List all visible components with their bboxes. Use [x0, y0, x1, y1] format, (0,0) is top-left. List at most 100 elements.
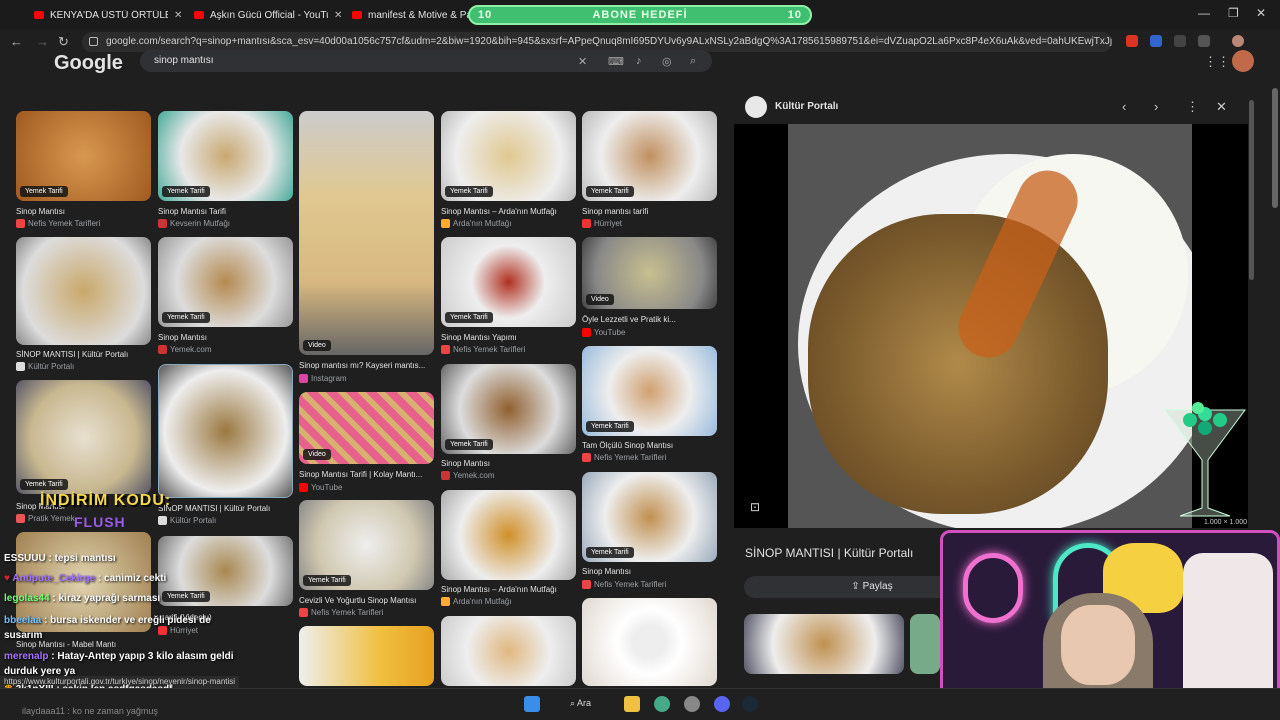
steam-icon[interactable] [742, 696, 758, 712]
lens-search-icon[interactable]: ⊡ [750, 500, 760, 514]
result-source[interactable]: Nefis Yemek Tarifleri [299, 608, 383, 617]
result-image[interactable]: Yemek Tarifi [16, 111, 151, 201]
close-icon[interactable]: ✕ [174, 10, 182, 21]
tab-1[interactable]: KENYA'DA ÜSTÜ ÖRTÜLEN KO... ✕ [28, 4, 188, 26]
result-image[interactable]: Yemek Tarifi [582, 111, 717, 201]
extension-icon[interactable] [1150, 35, 1162, 47]
result-image[interactable] [299, 626, 434, 686]
result-image[interactable]: Yemek Tarifi [441, 111, 576, 201]
chevron-right-icon[interactable]: › [1154, 99, 1158, 114]
result-source[interactable]: Kevserin Mutfağı [158, 219, 230, 228]
related-image[interactable] [744, 614, 904, 674]
back-icon[interactable]: ← [10, 34, 23, 49]
result-image[interactable]: Yemek Tarifi [158, 536, 293, 606]
obs-icon[interactable] [684, 696, 700, 712]
result-source[interactable]: YouTube [299, 483, 342, 492]
result-title[interactable]: Sinop Mantısı [441, 459, 576, 468]
search-icon[interactable]: ⌕ [690, 55, 696, 68]
extension-icon[interactable] [1174, 35, 1186, 47]
result-source[interactable]: Nefis Yemek Tarifleri [16, 219, 100, 228]
restore-icon[interactable]: ❐ [1228, 6, 1239, 20]
window-close-icon[interactable]: ✕ [1256, 6, 1266, 20]
close-icon[interactable]: ✕ [334, 10, 342, 21]
result-image[interactable] [582, 598, 717, 686]
result-source[interactable]: YouTube [582, 328, 625, 337]
result-title[interactable]: Öyle Lezzetli ve Pratik ki... [582, 315, 717, 324]
result-title[interactable]: Sinop mantısı tarifi [582, 207, 717, 216]
url-input[interactable]: google.com/search?q=sinop+mantısı&sca_es… [82, 32, 1112, 52]
forward-icon[interactable]: → [36, 34, 49, 49]
result-source[interactable]: Yemek.com [441, 471, 495, 480]
result-source[interactable]: Arda'nın Mutfağı [441, 597, 511, 606]
keyboard-icon[interactable]: ⌨ [608, 55, 624, 68]
result-image[interactable]: Yemek Tarifi [441, 364, 576, 454]
result-title[interactable]: Sinop Mantısı – Arda'nın Mutfağı [441, 207, 576, 216]
result-image[interactable]: Yemek Tarifi [441, 237, 576, 327]
related-image[interactable] [910, 614, 940, 674]
result-image[interactable]: Yemek Tarifi [158, 237, 293, 327]
lens-icon[interactable]: ◎ [662, 55, 672, 68]
result-title[interactable]: Sinop Mantısı Yapımı [441, 333, 576, 342]
reload-icon[interactable]: ↻ [58, 34, 69, 50]
result-title[interactable]: SİNOP MANTISI | Kültür Portalı [158, 504, 293, 513]
search-input[interactable]: sinop mantısı [140, 50, 712, 72]
result-image[interactable] [441, 616, 576, 686]
minimize-icon[interactable]: — [1198, 6, 1210, 20]
mic-icon[interactable]: ♪ [636, 55, 642, 67]
result-source[interactable]: Nefis Yemek Tarifleri [582, 453, 666, 462]
avatar[interactable] [1232, 50, 1254, 72]
google-logo[interactable]: Google [54, 52, 123, 75]
result-source[interactable]: Arda'nın Mutfağı [441, 219, 511, 228]
result-source[interactable]: Hürriyet [582, 219, 622, 228]
result-image[interactable] [16, 237, 151, 345]
more-options-icon[interactable]: ⋮ [1186, 99, 1199, 115]
result-image[interactable]: Yemek Tarifi [299, 500, 434, 590]
discord-icon[interactable] [714, 696, 730, 712]
puzzle-icon[interactable] [1198, 35, 1210, 47]
preview-site-name[interactable]: Kültür Portalı [775, 101, 838, 112]
result-source[interactable]: Kültür Portalı [158, 516, 216, 525]
result-image[interactable]: Video [299, 111, 434, 355]
result-badge: Yemek Tarifi [586, 421, 634, 432]
result-source[interactable]: Pratik Yemek [16, 514, 75, 523]
result-title[interactable]: Sinop Mantısı [16, 207, 151, 216]
result-image-selected[interactable] [158, 364, 293, 498]
taskbar-search[interactable]: ⌕ Ara [560, 694, 614, 714]
extension-icon[interactable] [1126, 35, 1138, 47]
result-image[interactable]: Yemek Tarifi [582, 346, 717, 436]
site-info-icon[interactable] [89, 37, 98, 46]
result-source[interactable]: Nefis Yemek Tarifleri [441, 345, 525, 354]
preview-image[interactable] [788, 124, 1192, 528]
result-title[interactable]: Sinop Mantısı [158, 333, 293, 342]
result-image[interactable]: Video [582, 237, 717, 309]
result-image[interactable]: Yemek Tarifi [158, 111, 293, 201]
chrome-icon[interactable] [654, 696, 670, 712]
panel-scrollbar[interactable] [1249, 100, 1254, 280]
chevron-left-icon[interactable]: ‹ [1122, 99, 1126, 114]
result-title[interactable]: Sinop Mantısı Tarifi | Kolay Mantı... [299, 470, 434, 479]
windows-start-icon[interactable] [524, 696, 540, 712]
preview-title[interactable]: SİNOP MANTISI | Kültür Portalı [745, 546, 913, 560]
apps-grid-icon[interactable]: ⋮⋮ [1204, 54, 1230, 70]
result-image[interactable]: Yemek Tarifi [16, 380, 151, 494]
result-source[interactable]: Kültür Portalı [16, 362, 74, 371]
result-title[interactable]: Sinop Mantısı Tarifi [158, 207, 293, 216]
close-icon[interactable]: ✕ [1216, 99, 1227, 115]
result-image[interactable] [441, 490, 576, 580]
file-explorer-icon[interactable] [624, 696, 640, 712]
clear-icon[interactable]: ✕ [578, 55, 587, 68]
page-scrollbar[interactable] [1272, 88, 1278, 208]
result-title[interactable]: Sinop mantısı mı? Kayseri mantıs... [299, 361, 434, 370]
result-title[interactable]: Sinop Mantısı – Arda'nın Mutfağı [441, 585, 576, 594]
result-source[interactable]: Nefis Yemek Tarifleri [582, 580, 666, 589]
result-title[interactable]: Cevizli Ve Yoğurtlu Sinop Mantısı [299, 596, 434, 605]
result-source[interactable]: Instagram [299, 374, 347, 383]
result-source[interactable]: Yemek.com [158, 345, 212, 354]
profile-avatar[interactable] [1232, 35, 1244, 47]
tab-2[interactable]: Aşkın Gücü Official - YouTube ✕ [188, 4, 348, 26]
result-image[interactable]: Yemek Tarifi [582, 472, 717, 562]
result-title[interactable]: Tam Ölçülü Sinop Mantısı [582, 441, 717, 450]
result-title[interactable]: Sinop Mantısı [582, 567, 717, 576]
result-title[interactable]: SİNOP MANTISI | Kültür Portalı [16, 350, 151, 359]
result-image[interactable]: Video [299, 392, 434, 464]
